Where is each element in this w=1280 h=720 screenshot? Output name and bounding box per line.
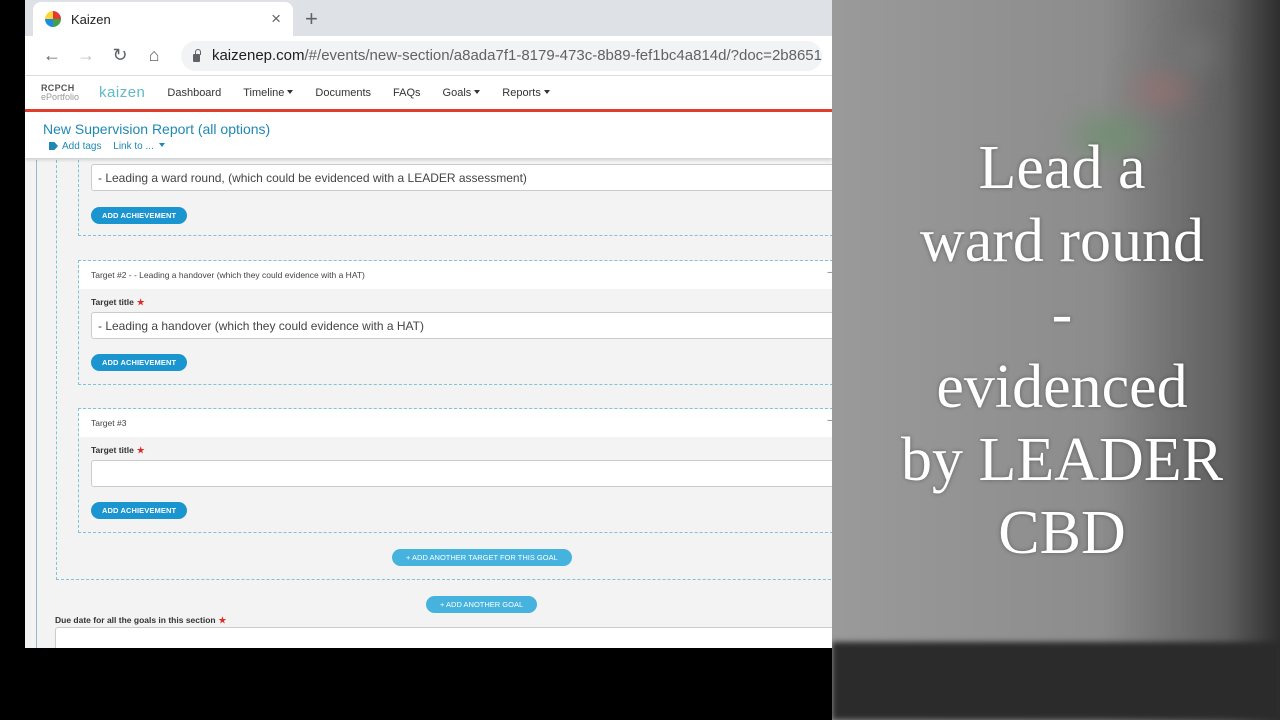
home-icon[interactable]: ⌂ — [137, 45, 171, 66]
add-achievement-button[interactable]: ADD ACHIEVEMENT — [91, 502, 188, 519]
add-another-goal-button[interactable]: + ADD ANOTHER GOAL — [426, 596, 538, 613]
caption-text: Lead a ward round - evidenced by LEADER … — [832, 132, 1280, 570]
app-navbar: RCPCH ePortfolio kaizen Dashboard Timeli… — [25, 76, 832, 112]
lock-icon — [193, 48, 201, 62]
nav-dashboard[interactable]: Dashboard — [167, 87, 221, 99]
page-header: New Supervision Report (all options) Add… — [25, 112, 832, 158]
caption-line-1: Lead a — [978, 134, 1146, 202]
caption-line-2: ward round — [919, 207, 1205, 275]
target-title-text: Target title — [91, 297, 134, 307]
caption-line-3: - — [1051, 280, 1073, 348]
target-card-3: Target #3 – Target title★ ADD ACHIEVEMEN… — [78, 408, 832, 533]
target-title-label: Target title ★ — [91, 297, 832, 308]
caret-down-icon — [543, 89, 550, 94]
blurred-background-shape — [1172, 40, 1212, 70]
tag-icon — [49, 142, 58, 150]
video-frame: Kaizen × + ← → ↻ ⌂ kaizenep.com/#/events… — [0, 0, 1280, 720]
blurred-background-shape — [1132, 80, 1192, 100]
target-1-title-input[interactable]: - Leading a ward round, (which could be … — [91, 164, 832, 191]
required-star-icon: ★ — [136, 297, 145, 307]
reload-icon[interactable]: ↻ — [103, 45, 137, 66]
link-to-dropdown[interactable]: Link to ... — [113, 141, 165, 152]
new-tab-icon[interactable]: + — [305, 6, 318, 32]
caption-line-4: evidenced — [936, 353, 1188, 421]
add-achievement-button[interactable]: ADD ACHIEVEMENT — [91, 207, 188, 224]
kaizen-favicon-icon — [45, 11, 61, 27]
link-to-label: Link to ... — [113, 141, 154, 152]
caret-down-icon — [287, 89, 294, 94]
target-card-1: - Leading a ward round, (which could be … — [78, 160, 832, 236]
caption-line-6: CBD — [998, 499, 1126, 567]
blurred-taskbar — [832, 642, 1280, 720]
nav-documents[interactable]: Documents — [315, 87, 371, 99]
rcpch-logo: RCPCH ePortfolio — [41, 83, 80, 102]
target-2-heading: Target #2 - - Leading a handover (which … — [91, 270, 365, 280]
section-rule — [36, 160, 37, 648]
browser-toolbar: ← → ↻ ⌂ kaizenep.com/#/events/new-sectio… — [25, 36, 832, 76]
target-3-title-input[interactable] — [91, 460, 832, 487]
tab-strip: Kaizen × + — [25, 0, 832, 36]
caption-line-5: by LEADER — [900, 426, 1224, 494]
due-date-input[interactable] — [55, 627, 832, 648]
target-card-2: Target #2 - - Leading a handover (which … — [78, 260, 832, 385]
target-title-label: Target title ★ — [91, 445, 832, 456]
caret-down-icon — [158, 143, 165, 147]
back-arrow-icon[interactable]: ← — [35, 45, 69, 66]
nav-goals[interactable]: Goals — [443, 87, 481, 99]
caret-down-icon — [474, 89, 481, 94]
nav-goals-label: Goals — [442, 86, 472, 99]
add-another-target-button[interactable]: + ADD ANOTHER TARGET FOR THIS GOAL — [392, 549, 572, 566]
required-star-icon: ★ — [136, 445, 145, 455]
nav-reports-label: Reports — [502, 86, 541, 99]
add-achievement-button[interactable]: ADD ACHIEVEMENT — [91, 354, 188, 371]
browser-window: Kaizen × + ← → ↻ ⌂ kaizenep.com/#/events… — [25, 0, 832, 648]
address-bar[interactable]: kaizenep.com/#/events/new-section/a8ada7… — [181, 40, 822, 71]
nav-reports[interactable]: Reports — [502, 87, 550, 99]
target-2-header[interactable]: Target #2 - - Leading a handover (which … — [79, 261, 832, 289]
required-star-icon: ★ — [218, 615, 227, 625]
target-3-heading: Target #3 — [91, 418, 127, 428]
due-date-text: Due date for all the goals in this secti… — [55, 615, 216, 625]
form-content[interactable]: - Leading a ward round, (which could be … — [25, 160, 832, 648]
caption-overlay: Lead a ward round - evidenced by LEADER … — [832, 0, 1280, 720]
url-host: kaizenep.com — [211, 47, 305, 64]
target-2-title-input[interactable]: - Leading a handover (which they could e… — [91, 312, 832, 339]
browser-tab[interactable]: Kaizen × — [33, 2, 293, 36]
page-title: New Supervision Report (all options) — [43, 121, 271, 137]
forward-arrow-icon[interactable]: → — [69, 45, 103, 66]
target-title-text: Target title — [91, 445, 134, 455]
add-tags-label: Add tags — [62, 141, 102, 152]
eportfolio-logo-text: ePortfolio — [41, 91, 80, 102]
url-path: /#/events/new-section/a8ada7f1-8179-473c… — [304, 47, 822, 64]
header-links: Add tags Link to ... — [49, 141, 832, 152]
target-3-header[interactable]: Target #3 – — [79, 409, 832, 437]
kaizen-logo[interactable]: kaizen — [99, 84, 145, 101]
tab-title: Kaizen — [71, 11, 111, 27]
due-date-label: Due date for all the goals in this secti… — [55, 615, 226, 626]
nav-timeline[interactable]: Timeline — [243, 86, 294, 99]
tab-close-icon[interactable]: × — [271, 9, 281, 29]
nav-faqs[interactable]: FAQs — [393, 87, 421, 99]
add-tags-link[interactable]: Add tags — [49, 141, 101, 152]
nav-timeline-label: Timeline — [243, 86, 285, 99]
